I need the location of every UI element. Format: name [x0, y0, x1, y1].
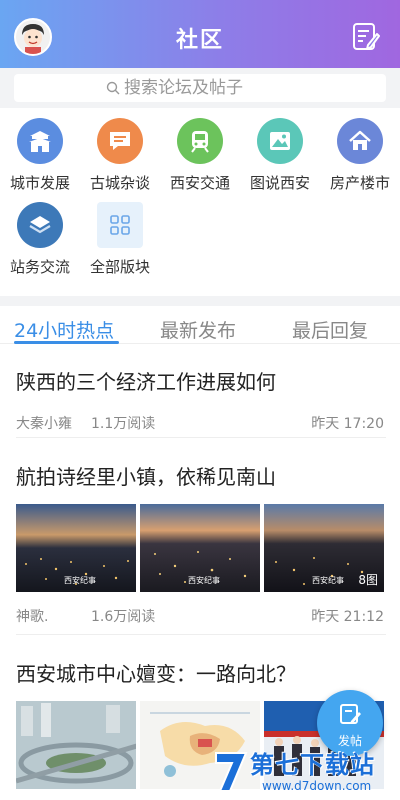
- community-screen: 社区 搜索论坛及帖子 城市发展 古城杂谈 西安交通 图说西安 房产楼市 站务交流…: [0, 0, 400, 800]
- category-label: 全部版块: [89, 258, 150, 276]
- post-thumbnail[interactable]: [16, 701, 136, 789]
- grid-icon: [97, 202, 143, 248]
- post-time: 昨天 17:20: [311, 416, 384, 432]
- watermark-url: www.d7down.com: [262, 779, 372, 793]
- post-title: 航拍诗经里小镇，依稀见南山: [16, 465, 276, 489]
- category-all-sections[interactable]: 全部版块: [80, 198, 160, 277]
- post-time: 昨天 21:12: [311, 609, 384, 625]
- city-gate-icon: [17, 118, 63, 164]
- post-meta: 神歌. 1.6万阅读 昨天 21:12: [16, 606, 384, 625]
- search-bar: [0, 68, 400, 108]
- tab-24h-hot[interactable]: 24小时热点: [14, 316, 114, 343]
- app-header: 社区: [0, 0, 400, 68]
- image-watermark: 西安纪事: [312, 576, 344, 585]
- post-title: 西安城市中心嬗变：一路向北？: [16, 662, 296, 686]
- category-site-affairs[interactable]: 站务交流: [0, 198, 80, 277]
- category-old-city-chat[interactable]: 古城杂谈: [80, 114, 160, 193]
- house-icon: [337, 118, 383, 164]
- image-watermark: 西安纪事: [188, 576, 220, 585]
- edit-note-icon[interactable]: [352, 22, 380, 52]
- active-tab-indicator: [14, 341, 119, 344]
- category-label: 古城杂谈: [89, 174, 150, 192]
- category-picture-xian[interactable]: 图说西安: [240, 114, 320, 193]
- tab-last-reply[interactable]: 最后回复: [292, 316, 368, 343]
- post-title: 陕西的三个经济工作进展如何: [16, 370, 276, 394]
- post-thumbnail[interactable]: 西安纪事: [16, 504, 136, 592]
- post-reads: 1.6万阅读: [91, 609, 156, 625]
- post-author: 神歌.: [16, 609, 49, 625]
- category-city-development[interactable]: 城市发展: [0, 114, 80, 193]
- tab-latest[interactable]: 最新发布: [160, 316, 236, 343]
- divider: [16, 634, 386, 635]
- post-thumbnails: 西安纪事 西安纪事 西安纪事 8图: [16, 504, 384, 592]
- search-icon: [106, 81, 120, 95]
- category-label: 城市发展: [9, 174, 70, 192]
- search-input[interactable]: [124, 78, 294, 98]
- d7-logo-icon: [215, 752, 248, 792]
- post-thumbnail[interactable]: 西安纪事 8图: [264, 504, 384, 592]
- watermark-title: 第七下载站: [250, 751, 375, 779]
- category-label: 房产楼市: [329, 174, 390, 192]
- category-xian-traffic[interactable]: 西安交通: [160, 114, 240, 193]
- layers-icon: [17, 202, 63, 248]
- post-meta: 大秦小雍 1.1万阅读 昨天 17:20: [16, 413, 384, 432]
- post-author: 大秦小雍: [16, 416, 72, 432]
- feed-tabs: 24小时热点 最新发布 最后回复: [0, 296, 400, 344]
- category-label: 西安交通: [169, 174, 230, 192]
- category-label: 图说西安: [249, 174, 310, 192]
- post-thumbnail[interactable]: 西安纪事: [140, 504, 260, 592]
- post-item[interactable]: 陕西的三个经济工作进展如何 大秦小雍 1.1万阅读 昨天 17:20: [16, 366, 384, 432]
- train-icon: [177, 118, 223, 164]
- category-label: 站务交流: [9, 258, 70, 276]
- search-box[interactable]: [14, 74, 386, 102]
- image-icon: [257, 118, 303, 164]
- image-count-badge: 8图: [358, 573, 378, 587]
- post-reads: 1.1万阅读: [91, 416, 156, 432]
- compose-icon: [340, 704, 361, 724]
- site-watermark: 第七下载站 www.d7down.com: [212, 745, 400, 800]
- post-item[interactable]: 航拍诗经里小镇，依稀见南山 西安纪事 西安纪事 西安纪事 8图 神歌. 1.6万…: [16, 461, 384, 625]
- page-title: 社区: [175, 28, 224, 53]
- image-watermark: 西安纪事: [64, 576, 96, 585]
- divider: [16, 437, 386, 438]
- category-real-estate[interactable]: 房产楼市: [320, 114, 400, 193]
- chat-bubble-icon: [97, 118, 143, 164]
